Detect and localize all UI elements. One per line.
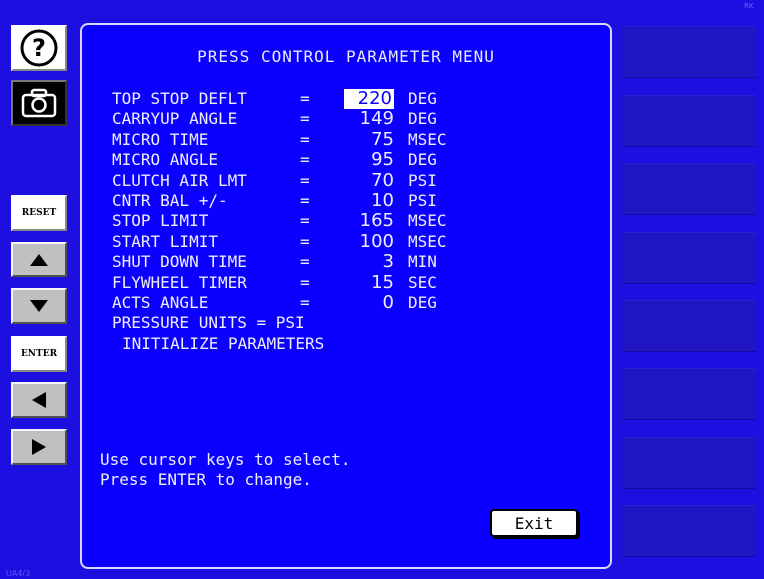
up-arrow-button[interactable] (11, 242, 67, 277)
parameter-row[interactable]: MICRO TIME = 75 MSEC (112, 129, 492, 150)
parameter-unit: MSEC (408, 231, 447, 251)
help-text: Use cursor keys to select. Press ENTER to… (100, 450, 350, 490)
parameter-equals: = (300, 252, 310, 272)
parameter-equals: = (300, 211, 310, 231)
arrow-right-icon (32, 439, 46, 455)
svg-text:?: ? (32, 34, 46, 62)
parameter-list: TOP STOP DEFLT = 220 DEG CARRYUP ANGLE = 149 D… (112, 88, 492, 354)
parameter-label: CLUTCH AIR LMT (112, 170, 247, 190)
parameter-equals: = (300, 89, 310, 108)
parameter-equals: = (300, 109, 310, 129)
parameter-value[interactable]: 75 (318, 129, 394, 150)
enter-label: ENTER (20, 349, 58, 359)
help-line-1: Use cursor keys to select. (100, 450, 351, 469)
parameter-menu-panel: PRESS CONTROL PARAMETER MENU TOP STOP DE… (80, 23, 612, 569)
parameter-label: START LIMIT (112, 231, 218, 251)
parameter-value[interactable]: 100 (318, 231, 394, 252)
pressure-units-row[interactable]: PRESSURE UNITS = PSI (112, 313, 492, 333)
right-panel-slot-3 (622, 163, 756, 215)
arrow-left-icon (32, 392, 46, 408)
parameter-label: MICRO ANGLE (112, 150, 218, 170)
parameter-row[interactable]: SHUT DOWN TIME = 3 MIN (112, 251, 492, 272)
right-panel-slot-6 (622, 368, 756, 420)
parameter-value[interactable]: 95 (318, 149, 394, 170)
parameter-unit: DEG (408, 89, 437, 108)
right-panel-slot-7 (622, 437, 756, 489)
parameter-equals: = (300, 231, 310, 251)
exit-button[interactable]: Exit (490, 509, 578, 537)
parameter-value[interactable]: 10 (318, 190, 394, 211)
right-panel-slot-1 (622, 26, 756, 78)
right-panel-slot-4 (622, 232, 756, 284)
parameter-row[interactable]: STOP LIMIT = 165 MSEC (112, 210, 492, 231)
parameter-unit: DEG (408, 109, 437, 129)
initialize-parameters-row[interactable]: INITIALIZE PARAMETERS (112, 334, 492, 354)
right-panel-slot-2 (622, 95, 756, 147)
parameter-label: SHUT DOWN TIME (112, 252, 247, 272)
parameter-label: STOP LIMIT (112, 211, 209, 231)
right-arrow-button[interactable] (11, 429, 67, 465)
enter-button[interactable]: ENTER (11, 336, 67, 372)
parameter-equals: = (300, 170, 310, 190)
question-mark-icon: ? (20, 29, 58, 67)
right-panel-slot-5 (622, 300, 756, 352)
parameter-unit: DEG (408, 150, 437, 170)
parameter-value[interactable]: 0 (318, 292, 394, 313)
parameter-row[interactable]: START LIMIT = 100 MSEC (112, 231, 492, 252)
parameter-unit: MSEC (408, 211, 447, 231)
parameter-label: MICRO TIME (112, 129, 209, 149)
reset-label: RESET (21, 208, 57, 218)
parameter-label: CNTR BAL +/- (112, 190, 228, 210)
parameter-unit: DEG (408, 292, 437, 312)
parameter-row[interactable]: FLYWHEEL TIMER = 15 SEC (112, 272, 492, 293)
right-panel-column (616, 0, 764, 579)
parameter-row[interactable]: ACTS ANGLE = 0 DEG (112, 292, 492, 313)
parameter-value[interactable]: 3 (318, 251, 394, 272)
parameter-row[interactable]: TOP STOP DEFLT = 220 DEG (112, 88, 492, 110)
parameter-equals: = (300, 272, 310, 292)
reset-button[interactable]: RESET (11, 195, 67, 231)
corner-tag: RK (744, 2, 754, 10)
arrow-up-icon (30, 253, 48, 266)
left-button-column: ? RESET ENTER (0, 0, 78, 579)
parameter-value[interactable]: 70 (318, 170, 394, 191)
parameter-row[interactable]: MICRO ANGLE = 95 DEG (112, 149, 492, 170)
parameter-unit: SEC (408, 272, 437, 292)
parameter-unit: PSI (408, 190, 437, 210)
parameter-row[interactable]: CLUTCH AIR LMT = 70 PSI (112, 170, 492, 191)
parameter-value[interactable]: 165 (318, 210, 394, 231)
parameter-row[interactable]: CNTR BAL +/- = 10 PSI (112, 190, 492, 211)
arrow-down-icon (30, 300, 48, 312)
parameter-value[interactable]: 149 (318, 108, 394, 129)
parameter-value[interactable]: 15 (318, 272, 394, 293)
parameter-label: FLYWHEEL TIMER (112, 272, 247, 292)
camera-button[interactable] (11, 80, 67, 126)
parameter-label: ACTS ANGLE (112, 292, 209, 312)
parameter-equals: = (300, 190, 310, 210)
right-panel-slot-8 (622, 505, 756, 557)
help-line-2: Press ENTER to change. (100, 470, 312, 489)
menu-title: PRESS CONTROL PARAMETER MENU (197, 47, 495, 66)
parameter-equals: = (300, 150, 310, 170)
down-arrow-button[interactable] (11, 288, 67, 324)
help-button[interactable]: ? (11, 25, 67, 71)
parameter-label: TOP STOP DEFLT (112, 89, 247, 108)
parameter-equals: = (300, 292, 310, 312)
footer-tag: UA4/3 (6, 569, 31, 578)
camera-icon (21, 88, 57, 118)
parameter-unit: MIN (408, 252, 437, 272)
parameter-equals: = (300, 129, 310, 149)
parameter-unit: PSI (408, 170, 437, 190)
left-arrow-button[interactable] (11, 382, 67, 418)
parameter-label: CARRYUP ANGLE (112, 109, 238, 129)
parameter-value[interactable]: 220 (344, 88, 394, 110)
parameter-row[interactable]: CARRYUP ANGLE = 149 DEG (112, 108, 492, 129)
parameter-unit: MSEC (408, 129, 447, 149)
